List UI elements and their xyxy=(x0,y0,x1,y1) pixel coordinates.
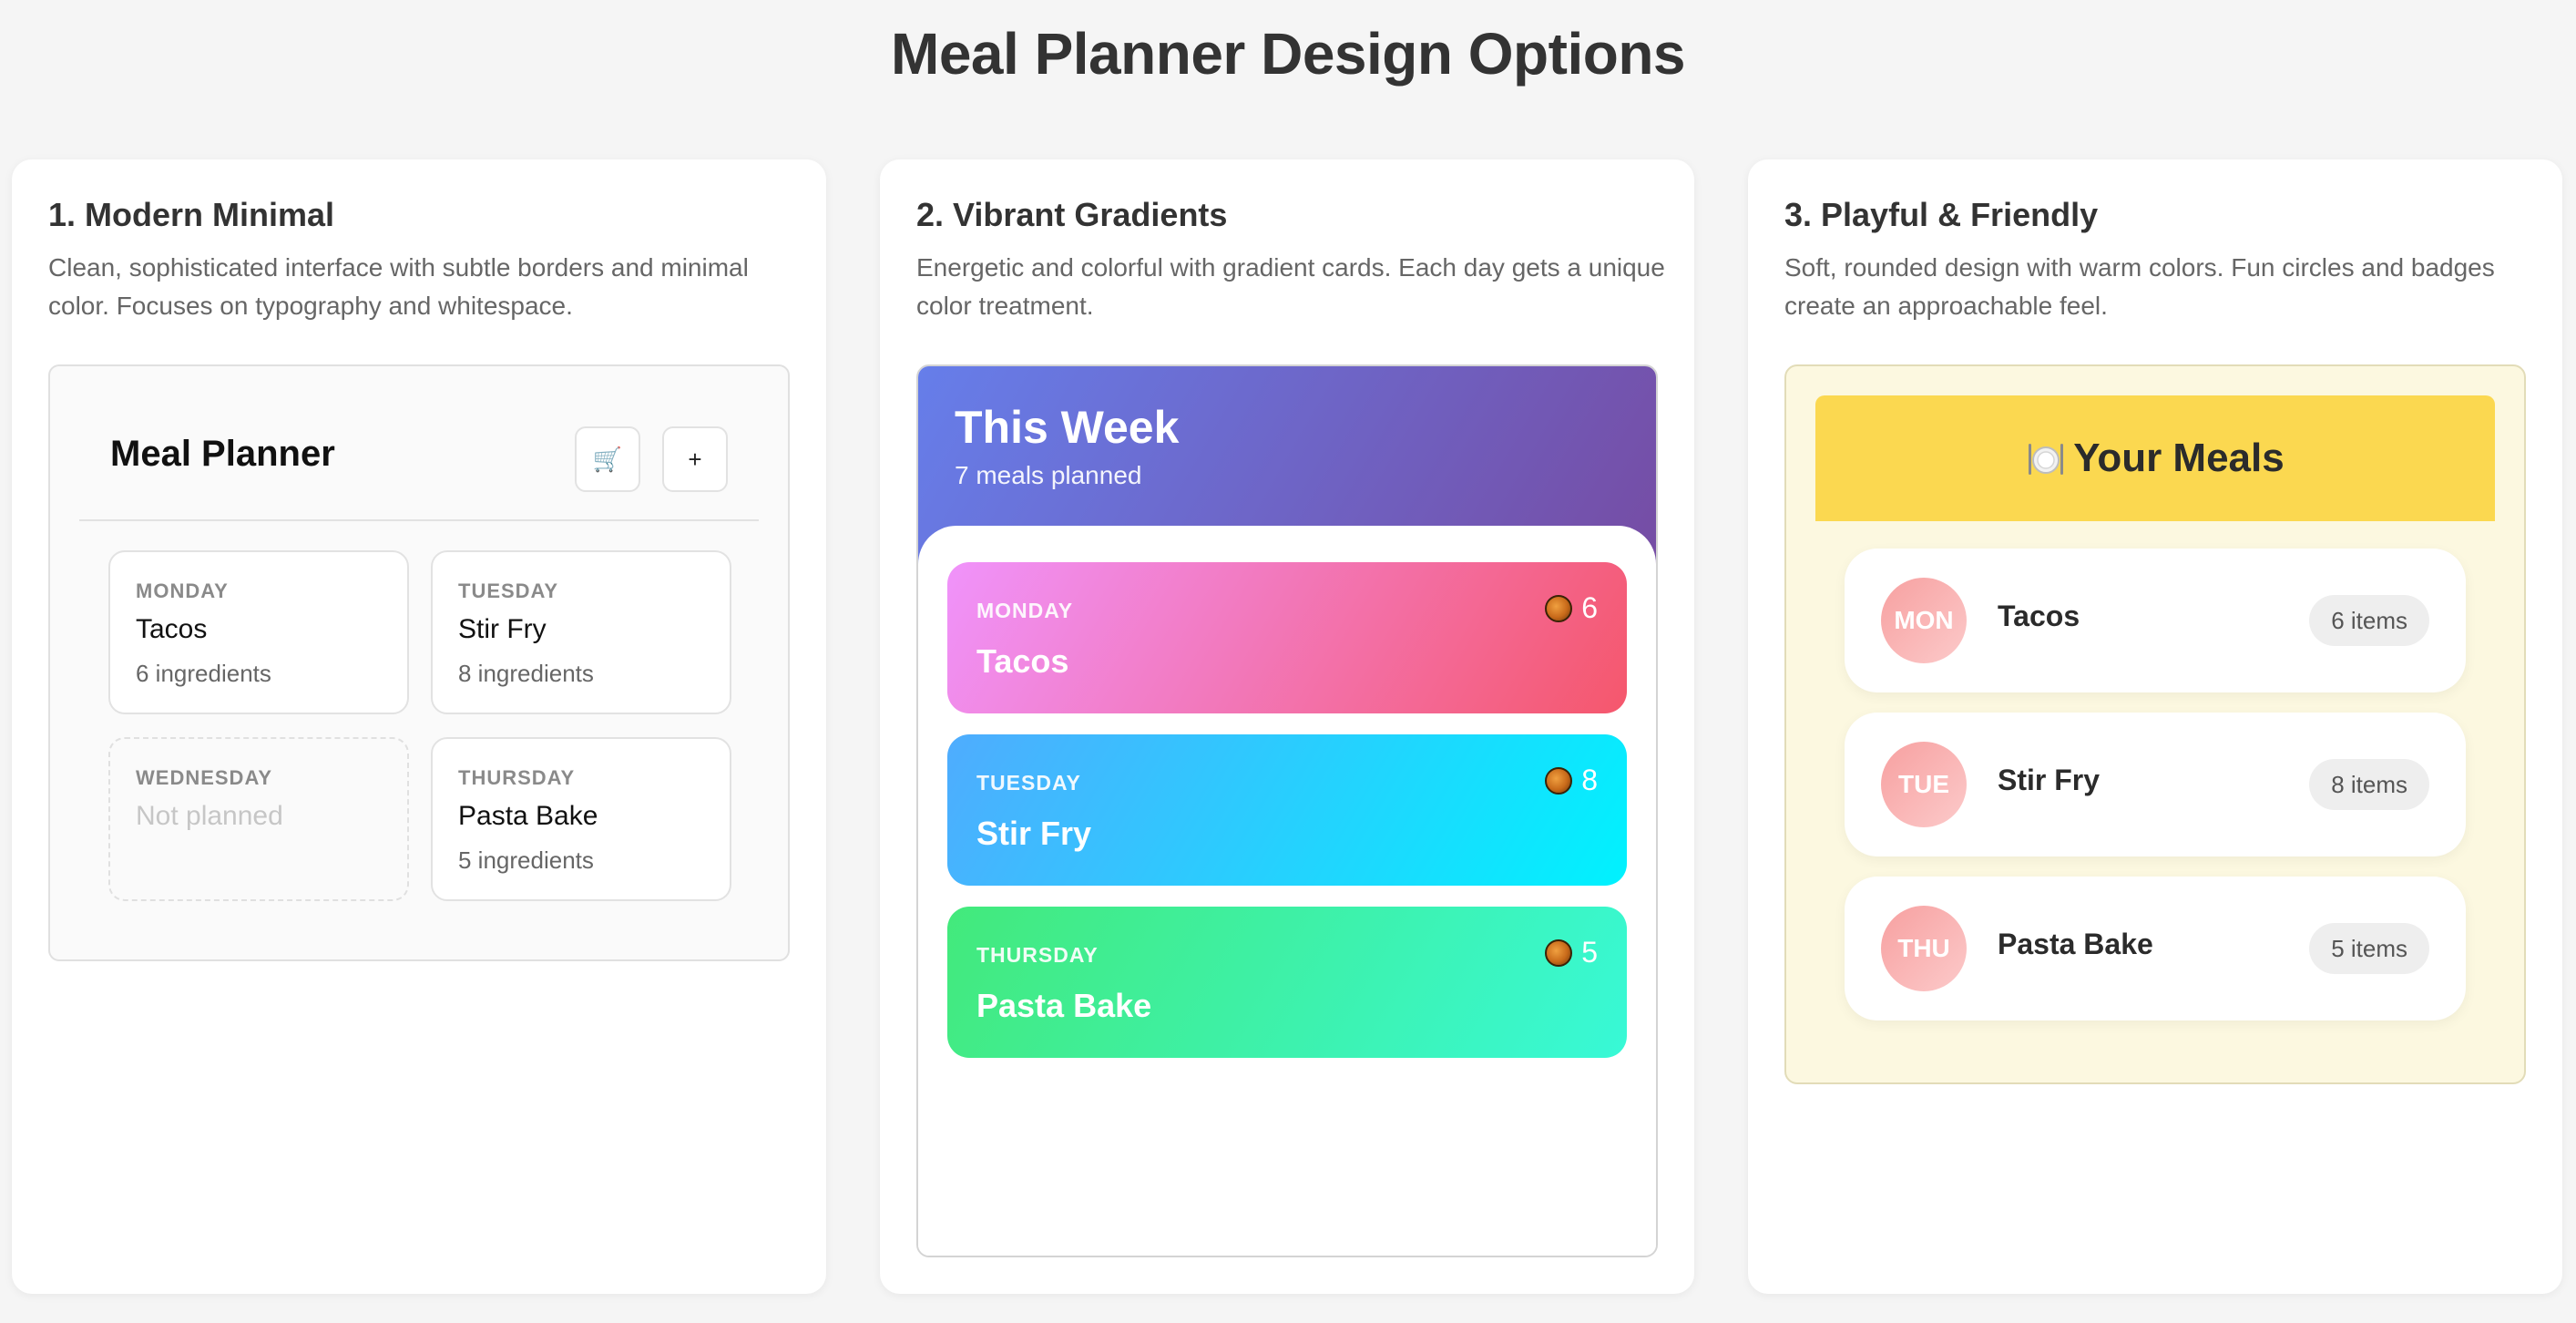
meals-title: Your Meals xyxy=(2073,436,2285,480)
option-description: Energetic and colorful with gradient car… xyxy=(916,253,1665,320)
add-meal-button[interactable]: + xyxy=(662,426,728,492)
option-card-vibrant-gradients: 2. Vibrant Gradients Energetic and color… xyxy=(880,159,1694,1294)
plus-icon: + xyxy=(688,445,702,473)
day-card-thursday[interactable]: THURSDAY Pasta Bake 5 xyxy=(947,907,1627,1058)
meal-name: Stir Fry xyxy=(1998,764,2101,796)
day-circle: TUE xyxy=(1881,742,1967,827)
day-name: TUESDAY xyxy=(976,771,1081,795)
day-card-tuesday[interactable]: TUESDAY Stir Fry 8 xyxy=(947,734,1627,886)
day-name: THURSDAY xyxy=(976,943,1099,967)
day-name: THURSDAY xyxy=(458,766,576,789)
page-title: Meal Planner Design Options xyxy=(891,21,1686,87)
plate-icon xyxy=(2029,444,2064,475)
week-title: This Week xyxy=(955,402,1180,453)
items-badge: 5 items xyxy=(2309,923,2429,974)
day-name: MONDAY xyxy=(136,579,229,602)
day-list: MONDAY Tacos 6 TUESDAY Stir Fry 8 THURSD… xyxy=(918,526,1656,1256)
meal-name: Stir Fry xyxy=(458,614,547,644)
items-badge: 6 items xyxy=(2309,595,2429,646)
ingredient-count: 6 ingredients xyxy=(136,660,271,687)
items-badge: 8 items xyxy=(2309,759,2429,810)
ingredient-badge: 6 xyxy=(1545,591,1598,625)
day-card-monday[interactable]: MONDAY Tacos 6 xyxy=(947,562,1627,713)
option-title: 2. Vibrant Gradients xyxy=(916,196,1228,233)
cart-icon: 🛒 xyxy=(592,445,623,473)
ingredient-badge: 8 xyxy=(1545,764,1598,797)
app-title: Meal Planner xyxy=(110,434,335,474)
day-name: WEDNESDAY xyxy=(136,766,272,789)
option-card-playful-friendly: 3. Playful & Friendly Soft, rounded desi… xyxy=(1748,159,2562,1294)
option-card-modern-minimal: 1. Modern Minimal Clean, sophisticated i… xyxy=(12,159,826,1294)
day-card-monday[interactable]: MONDAY Tacos 6 ingredients xyxy=(108,550,409,714)
meals-header: Your Meals xyxy=(1815,395,2495,521)
meal-name: Tacos xyxy=(976,642,1069,680)
minimal-preview: Meal Planner 🛒 + MONDAY Tacos 6 ingredie… xyxy=(48,364,790,961)
ingredient-count: 5 xyxy=(1581,936,1598,969)
vibrant-preview: This Week 7 meals planned MONDAY Tacos 6… xyxy=(916,364,1658,1257)
ingredient-count: 6 xyxy=(1581,591,1598,624)
day-name: TUESDAY xyxy=(458,579,559,602)
meal-name: Pasta Bake xyxy=(976,987,1152,1024)
ingredient-count: 8 xyxy=(1581,764,1598,796)
meal-name: Tacos xyxy=(136,614,208,644)
meal-name: Pasta Bake xyxy=(458,801,598,831)
ingredient-count: 8 ingredients xyxy=(458,660,594,687)
option-title: 3. Playful & Friendly xyxy=(1784,196,2099,233)
meal-item-thursday[interactable]: THU Pasta Bake 5 items xyxy=(1845,877,2466,1020)
day-name: MONDAY xyxy=(976,599,1074,622)
day-card-tuesday[interactable]: TUESDAY Stir Fry 8 ingredients xyxy=(431,550,731,714)
day-circle: THU xyxy=(1881,906,1967,991)
header-divider xyxy=(79,519,759,521)
meal-item-monday[interactable]: MON Tacos 6 items xyxy=(1845,549,2466,692)
week-subtitle: 7 meals planned xyxy=(955,461,1142,489)
meal-item-tuesday[interactable]: TUE Stir Fry 8 items xyxy=(1845,713,2466,856)
meal-name: Stir Fry xyxy=(976,815,1092,852)
day-card-thursday[interactable]: THURSDAY Pasta Bake 5 ingredients xyxy=(431,737,731,901)
playful-preview: Your Meals MON Tacos 6 items TUE Stir Fr… xyxy=(1784,364,2526,1084)
meal-name: Pasta Bake xyxy=(1998,928,2153,960)
ingredient-count: 5 ingredients xyxy=(458,846,594,874)
option-description: Soft, rounded design with warm colors. F… xyxy=(1784,253,2495,320)
ingredient-badge: 5 xyxy=(1545,936,1598,969)
cart-button[interactable]: 🛒 xyxy=(575,426,640,492)
food-icon xyxy=(1545,594,1573,622)
option-description: Clean, sophisticated interface with subt… xyxy=(48,253,749,320)
day-card-wednesday[interactable]: WEDNESDAY Not planned xyxy=(108,737,409,901)
option-title: 1. Modern Minimal xyxy=(48,196,335,233)
meal-name: Tacos xyxy=(1998,600,2080,632)
day-circle: MON xyxy=(1881,578,1967,663)
food-icon xyxy=(1545,938,1573,967)
food-icon xyxy=(1545,766,1573,795)
meal-placeholder: Not planned xyxy=(136,801,283,831)
